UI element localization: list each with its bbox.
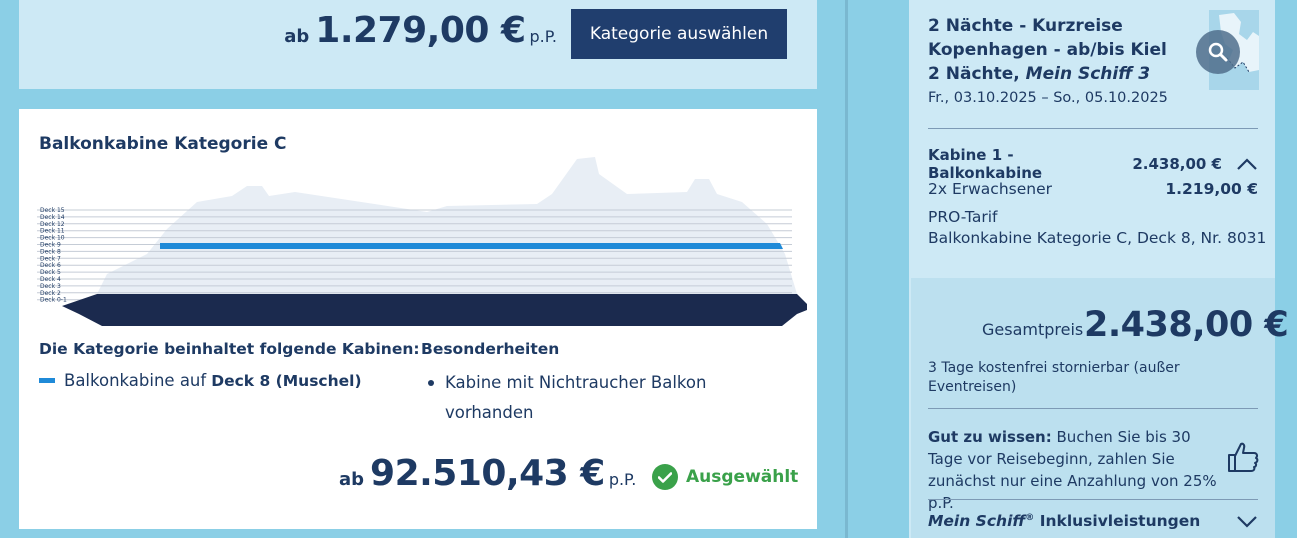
price-suffix: p.P. xyxy=(529,27,557,46)
price-prefix: ab xyxy=(284,26,310,47)
trip-route: Kopenhagen - ab/bis Kiel xyxy=(928,40,1167,60)
highlighted-deck-tip xyxy=(780,243,783,249)
thumbs-up-icon xyxy=(1228,442,1259,472)
offer-price: ab 1.279,00 € p.P. xyxy=(284,10,557,51)
trip-title-line: 2 Nächte - Kurzreise xyxy=(928,16,1123,36)
chevron-down-icon[interactable] xyxy=(1236,515,1258,529)
ship-deck-plan: Deck 15Deck 14Deck 12Deck 11Deck 10Deck … xyxy=(37,157,807,326)
deck-label: Deck 0-1 xyxy=(40,297,67,304)
passenger-price: 1.219,00 € xyxy=(1165,180,1258,198)
cabin-category-title: Balkonkabine Kategorie C xyxy=(39,134,287,154)
highlighted-deck-bar xyxy=(160,243,780,249)
chevron-up-icon[interactable] xyxy=(1236,157,1258,171)
cabin-price: ab 92.510,43 € p.P. xyxy=(339,453,636,494)
ship-hull xyxy=(62,294,807,326)
feature-text: Kabine mit Nichtraucher Balkon vorhanden xyxy=(445,373,707,422)
good-to-know: Gut zu wissen: Buchen Sie bis 30 Tage vo… xyxy=(928,426,1218,514)
cancellation-note: 3 Tage kostenfrei stornierbar (außer Eve… xyxy=(928,360,1180,395)
tarif-details: PRO-Tarif Balkonkabine Kategorie C, Deck… xyxy=(928,207,1266,249)
cabin-summary-label: Kabine 1 - Balkonkabine xyxy=(928,146,1043,182)
cabin-category-card: Balkonkabine Kategorie C Deck 15 Deck 14 D… xyxy=(19,109,817,529)
inkl-label: Inklusivleistungen xyxy=(1039,512,1201,530)
trip-title: 2 Nächte - Kurzreise Kopenhagen - ab/bis… xyxy=(928,14,1168,86)
features-heading: Besonderheiten xyxy=(421,340,560,358)
cabin-detail: Balkonkabine Kategorie C, Deck 8, Nr. 80… xyxy=(928,229,1267,247)
inclusive-services-toggle[interactable]: Mein Schiff® Inklusivleistungen xyxy=(928,512,1200,530)
ship-name: Mein Schiff 3 xyxy=(1025,64,1151,84)
inkl-brand: Mein Schiff xyxy=(928,512,1026,530)
selected-status: Ausgewählt xyxy=(652,464,798,490)
divider xyxy=(928,128,1258,129)
divider xyxy=(928,499,1258,500)
cabin-type-label: Balkonkabine auf xyxy=(64,371,207,390)
registered-mark: ® xyxy=(1025,512,1035,523)
passenger-row: 2x Erwachsener 1.219,00 € xyxy=(928,180,1258,198)
deck-legend-marker xyxy=(39,378,55,383)
divider xyxy=(928,408,1258,409)
price-suffix: p.P. xyxy=(608,470,637,489)
good-to-know-label: Gut zu wissen: xyxy=(928,428,1052,446)
cabin-deck-label: Deck 8 (Muschel) xyxy=(211,371,362,390)
included-cabins-heading: Die Kategorie beinhaltet folgende Kabine… xyxy=(39,340,420,358)
select-category-button[interactable]: Kategorie auswählen xyxy=(571,9,787,59)
trip-nights: 2 Nächte, xyxy=(928,64,1020,84)
search-icon xyxy=(1208,42,1228,62)
features-list: Kabine mit Nichtraucher Balkon vorhanden xyxy=(426,368,746,428)
bullet-icon xyxy=(428,380,434,386)
tarif-name: PRO-Tarif xyxy=(928,208,998,226)
included-cabin-item: Balkonkabine auf Deck 8 (Muschel) xyxy=(39,371,362,390)
map-zoom-button[interactable] xyxy=(1196,30,1240,74)
trip-nights-ship: 2 Nächte, Mein Schiff 3 xyxy=(928,62,1168,86)
total-price: 2.438,00 € xyxy=(1084,305,1289,345)
trip-dates: Fr., 03.10.2025 – So., 05.10.2025 xyxy=(928,90,1168,106)
offer-card-previous: ab 1.279,00 € p.P. Kategorie auswählen xyxy=(19,0,817,89)
cabin-summary-toggle[interactable]: Kabine 1 - Balkonkabine 2.438,00 € xyxy=(928,146,1258,182)
passenger-label: 2x Erwachsener xyxy=(928,180,1052,198)
cabin-summary-price: 2.438,00 € xyxy=(1132,155,1222,173)
feature-item: Kabine mit Nichtraucher Balkon vorhanden xyxy=(426,368,746,428)
checkmark-icon xyxy=(652,464,678,490)
price-prefix: ab xyxy=(339,469,365,490)
total-label: Gesamtpreis xyxy=(982,320,1084,339)
price-amount: 1.279,00 € xyxy=(315,10,526,51)
ship-superstructure xyxy=(97,157,797,294)
selected-label: Ausgewählt xyxy=(686,467,799,487)
price-amount: 92.510,43 € xyxy=(370,453,605,494)
